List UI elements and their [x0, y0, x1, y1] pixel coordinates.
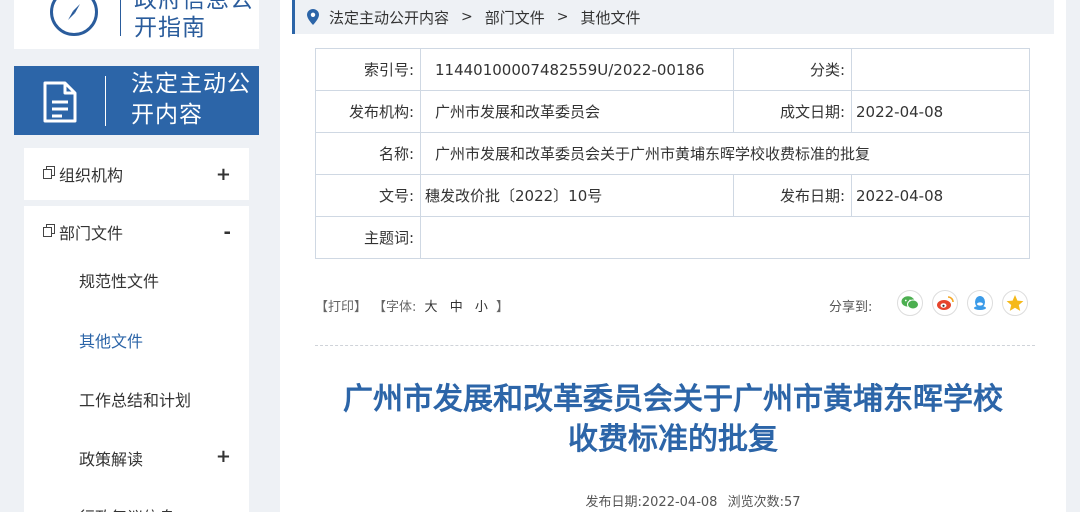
article-title-line: 广州市发展和改革委员会关于广州市黄埔东晖学校 [343, 382, 1003, 417]
breadcrumb-item[interactable]: 部门文件 [485, 7, 545, 28]
qzone-icon[interactable] [1002, 290, 1028, 316]
menu-group-org: 组织机构 + [24, 148, 249, 200]
docno-value: 穗发改价批〔2022〕10号 [420, 174, 734, 217]
table-row: 索引号: 11440100007482559U/2022-00186 分类: [315, 48, 1030, 91]
font-large-button[interactable]: 大 [425, 300, 438, 315]
article-toolbar: 【打印】 【字体: 大 中 小 】 分享到: [315, 290, 1030, 316]
wechat-icon[interactable] [897, 290, 923, 316]
public-title: 法定主动公开内容 [131, 71, 251, 128]
sidebar-subitem-review[interactable]: 行政复议信息 [79, 504, 175, 512]
breadcrumb: 法定主动公开内容 > 部门文件 > 其他文件 [292, 0, 1054, 34]
written-date-label: 成文日期: [733, 90, 852, 133]
guide-divider [120, 0, 121, 36]
table-row: 发布机构: 广州市发展和改革委员会 成文日期: 2022-04-08 [315, 90, 1030, 133]
sidebar-subitem-other[interactable]: 其他文件 [79, 328, 143, 352]
table-row: 名称: 广州市发展和改革委员会关于广州市黄埔东晖学校收费标准的批复 [315, 132, 1030, 175]
public-content-box[interactable]: 法定主动公开内容 [14, 66, 259, 135]
meta-views-label: 浏览次数: [727, 495, 784, 510]
document-icon [43, 81, 77, 123]
sidebar-item-dept[interactable]: 部门文件 - [24, 206, 249, 258]
breadcrumb-item[interactable]: 法定主动公开内容 [329, 7, 449, 28]
compass-icon [50, 0, 98, 36]
font-small-button[interactable]: 小 [475, 300, 488, 315]
breadcrumb-separator: > [461, 9, 473, 25]
font-medium-button[interactable]: 中 [450, 300, 463, 315]
docno-label: 文号: [315, 174, 421, 217]
sidebar-menu: 组织机构 + 部门文件 - 规范性文件 其他文件 工作总结和计划 政策解读 + … [24, 146, 249, 512]
sidebar-item-label: 部门文件 [59, 224, 124, 243]
sidebar-item-org[interactable]: 组织机构 + [24, 148, 249, 200]
pub-date-label: 发布日期: [733, 174, 852, 217]
document-info-table: 索引号: 11440100007482559U/2022-00186 分类: 发… [315, 48, 1030, 259]
location-pin-icon [307, 9, 319, 25]
publisher-value: 广州市发展和改革委员会 [420, 90, 734, 133]
share-label: 分享到: [829, 300, 873, 315]
sidebar-subitem-summary[interactable]: 工作总结和计划 [79, 387, 191, 411]
pub-date-value: 2022-04-08 [851, 174, 1030, 217]
font-size-prefix: 【字体: [373, 300, 417, 315]
breadcrumb-item[interactable]: 其他文件 [581, 7, 641, 28]
content-divider [315, 345, 1035, 346]
name-value: 广州市发展和改革委员会关于广州市黄埔东晖学校收费标准的批复 [420, 132, 1030, 175]
expand-toggle[interactable]: + [216, 164, 231, 185]
meta-date-label: 发布日期: [585, 495, 642, 510]
subject-value [420, 216, 1030, 259]
publisher-label: 发布机构: [315, 90, 421, 133]
meta-views: 57 [783, 495, 801, 510]
category-label: 分类: [733, 48, 852, 91]
article-meta: 发布日期:2022-04-08 浏览次数:57 [280, 491, 1066, 510]
guide-title: 政府信息公开指南 [134, 0, 254, 41]
main-content: 法定主动公开内容 > 部门文件 > 其他文件 索引号: 114401000074… [280, 0, 1066, 512]
qq-icon[interactable] [967, 290, 993, 316]
table-row: 文号: 穗发改价批〔2022〕10号 发布日期: 2022-04-08 [315, 174, 1030, 217]
name-label: 名称: [315, 132, 421, 175]
sidebar-item-label: 组织机构 [59, 166, 124, 185]
article-title: 广州市发展和改革委员会关于广州市黄埔东晖学校 收费标准的批复 [300, 380, 1046, 460]
guide-box[interactable]: 政府信息公开指南 [14, 0, 259, 49]
font-size-suffix: 】 [496, 300, 510, 315]
expand-toggle[interactable]: + [216, 446, 231, 467]
weibo-icon[interactable] [932, 290, 958, 316]
font-size-control: 【字体: 大 中 小 】 [373, 296, 509, 315]
subject-label: 主题词: [315, 216, 421, 259]
breadcrumb-separator: > [556, 9, 569, 25]
index-label: 索引号: [315, 48, 421, 91]
copy-icon [43, 223, 56, 241]
index-value: 11440100007482559U/2022-00186 [420, 48, 734, 91]
sidebar-subitem-policy[interactable]: 政策解读 [79, 446, 143, 470]
collapse-toggle[interactable]: - [224, 222, 231, 243]
sidebar-subitem-normative[interactable]: 规范性文件 [79, 268, 159, 292]
menu-group-dept: 部门文件 - 规范性文件 其他文件 工作总结和计划 政策解读 + 行政复议信息 [24, 206, 249, 512]
written-date-value: 2022-04-08 [851, 90, 1030, 133]
copy-icon [43, 165, 56, 183]
meta-date: 2022-04-08 [641, 495, 718, 510]
public-divider [105, 76, 106, 126]
article-title-line: 收费标准的批复 [568, 422, 778, 457]
print-button[interactable]: 【打印】 [315, 296, 367, 315]
table-row: 主题词: [315, 216, 1030, 259]
category-value [851, 48, 1030, 91]
